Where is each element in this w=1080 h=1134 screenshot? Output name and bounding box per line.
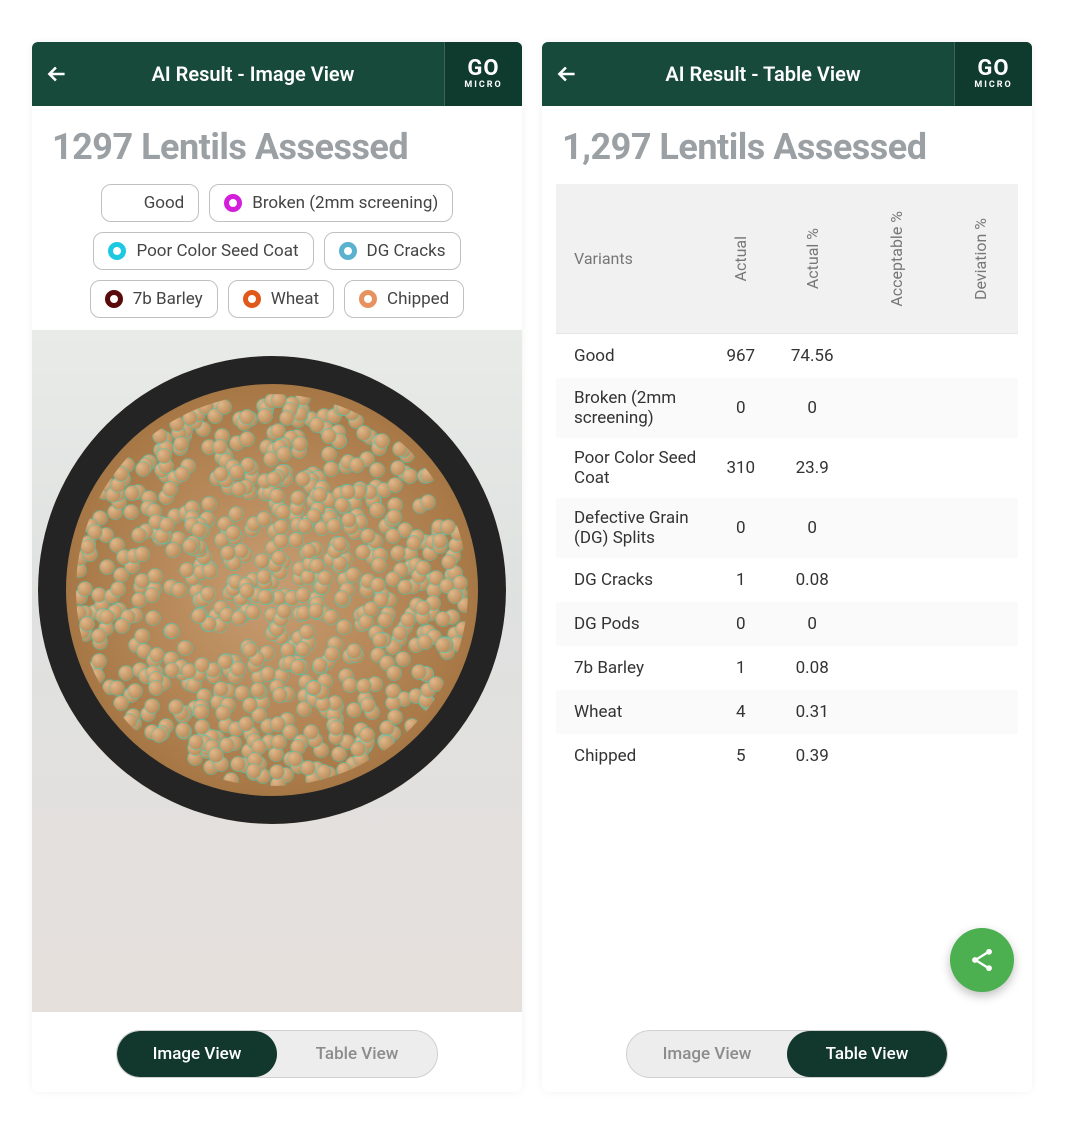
- cell-actual: 1: [707, 658, 774, 678]
- cell-variant: Defective Grain (DG) Splits: [556, 508, 707, 548]
- table-row: Wheat40.31: [556, 690, 1018, 734]
- cell-variant: Poor Color Seed Coat: [556, 448, 707, 488]
- chip-label: Chipped: [387, 289, 449, 309]
- assessed-image[interactable]: [32, 330, 522, 1012]
- results-table: Variants Actual Actual % Acceptable % De…: [542, 184, 1032, 778]
- legend-chip[interactable]: Broken (2mm screening): [209, 184, 453, 222]
- table-view-tab[interactable]: Table View: [277, 1031, 437, 1077]
- cell-actual: 967: [707, 346, 774, 366]
- image-view-screen: AI Result - Image View GO MICRO 1297 Len…: [32, 42, 522, 1092]
- view-toggle: Image View Table View: [116, 1030, 438, 1078]
- cell-actual_pct: 0.08: [774, 658, 850, 678]
- cell-actual_pct: 0.08: [774, 570, 850, 590]
- chip-label: 7b Barley: [133, 289, 203, 309]
- legend-chip[interactable]: Wheat: [228, 280, 334, 318]
- cell-variant: Broken (2mm screening): [556, 388, 707, 428]
- share-button[interactable]: [950, 928, 1014, 992]
- image-view-tab[interactable]: Image View: [627, 1031, 787, 1077]
- table-row: Poor Color Seed Coat31023.9: [556, 438, 1018, 498]
- col-acceptable-pct: Acceptable %: [887, 211, 906, 307]
- col-actual-pct: Actual %: [803, 228, 822, 289]
- cell-actual: 0: [707, 398, 774, 418]
- legend-chips: Good Broken (2mm screening) Poor Color See…: [32, 184, 522, 330]
- cell-variant: Good: [556, 346, 707, 366]
- chip-label: Poor Color Seed Coat: [136, 241, 298, 261]
- brand-logo: GO MICRO: [954, 42, 1032, 106]
- cell-actual_pct: 74.56: [774, 346, 850, 366]
- app-header: AI Result - Table View GO MICRO: [542, 42, 1032, 106]
- arrow-left-icon: [554, 61, 580, 87]
- cell-actual: 0: [707, 614, 774, 634]
- legend-chip[interactable]: Poor Color Seed Coat: [93, 232, 313, 270]
- chip-color-dot: [243, 290, 261, 308]
- cell-actual: 5: [707, 746, 774, 766]
- col-variants: Variants: [556, 249, 633, 268]
- cell-actual: 310: [707, 458, 774, 478]
- cell-variant: DG Cracks: [556, 570, 707, 590]
- table-row: Good96774.56: [556, 334, 1018, 378]
- cell-variant: 7b Barley: [556, 658, 707, 678]
- chip-color-dot: [359, 290, 377, 308]
- chip-label: Good: [144, 193, 185, 213]
- cell-actual_pct: 0.31: [774, 702, 850, 722]
- arrow-left-icon: [44, 61, 70, 87]
- image-view-tab[interactable]: Image View: [117, 1031, 277, 1077]
- table-row: DG Cracks10.08: [556, 558, 1018, 602]
- legend-chip[interactable]: DG Cracks: [324, 232, 461, 270]
- table-row: Chipped50.39: [556, 734, 1018, 778]
- table-view-screen: AI Result - Table View GO MICRO 1,297 Le…: [542, 42, 1032, 1092]
- chip-color-dot: [108, 242, 126, 260]
- chip-color-dot: [224, 194, 242, 212]
- app-header: AI Result - Image View GO MICRO: [32, 42, 522, 106]
- legend-chip[interactable]: Good: [101, 184, 200, 222]
- cell-variant: DG Pods: [556, 614, 707, 634]
- chip-label: Broken (2mm screening): [252, 193, 438, 213]
- header-title: AI Result - Image View: [82, 62, 444, 86]
- table-row: Broken (2mm screening)00: [556, 378, 1018, 438]
- sample-dish: [38, 356, 506, 824]
- view-toggle: Image View Table View: [626, 1030, 948, 1078]
- page-title: 1297 Lentils Assessed: [32, 106, 522, 184]
- share-icon: [968, 946, 996, 974]
- chip-label: DG Cracks: [367, 241, 446, 261]
- col-deviation-pct: Deviation %: [971, 218, 990, 300]
- header-title: AI Result - Table View: [592, 62, 954, 86]
- table-view-tab[interactable]: Table View: [787, 1031, 947, 1077]
- cell-actual: 1: [707, 570, 774, 590]
- cell-actual_pct: 0.39: [774, 746, 850, 766]
- table-row: 7b Barley10.08: [556, 646, 1018, 690]
- chip-color-dot: [116, 194, 134, 212]
- cell-actual: 4: [707, 702, 774, 722]
- table-row: DG Pods00: [556, 602, 1018, 646]
- table-row: Defective Grain (DG) Splits00: [556, 498, 1018, 558]
- cell-actual_pct: 0: [774, 614, 850, 634]
- brand-logo: GO MICRO: [444, 42, 522, 106]
- cell-actual: 0: [707, 518, 774, 538]
- chip-color-dot: [339, 242, 357, 260]
- col-actual: Actual: [731, 236, 750, 281]
- page-title: 1,297 Lentils Assessed: [542, 106, 1032, 184]
- cell-actual_pct: 0: [774, 398, 850, 418]
- legend-chip[interactable]: 7b Barley: [90, 280, 218, 318]
- cell-actual_pct: 0: [774, 518, 850, 538]
- back-button[interactable]: [542, 42, 592, 106]
- chip-color-dot: [105, 290, 123, 308]
- cell-actual_pct: 23.9: [774, 458, 850, 478]
- chip-label: Wheat: [271, 289, 319, 309]
- back-button[interactable]: [32, 42, 82, 106]
- cell-variant: Chipped: [556, 746, 707, 766]
- legend-chip[interactable]: Chipped: [344, 280, 464, 318]
- cell-variant: Wheat: [556, 702, 707, 722]
- table-header-row: Variants Actual Actual % Acceptable % De…: [556, 184, 1018, 334]
